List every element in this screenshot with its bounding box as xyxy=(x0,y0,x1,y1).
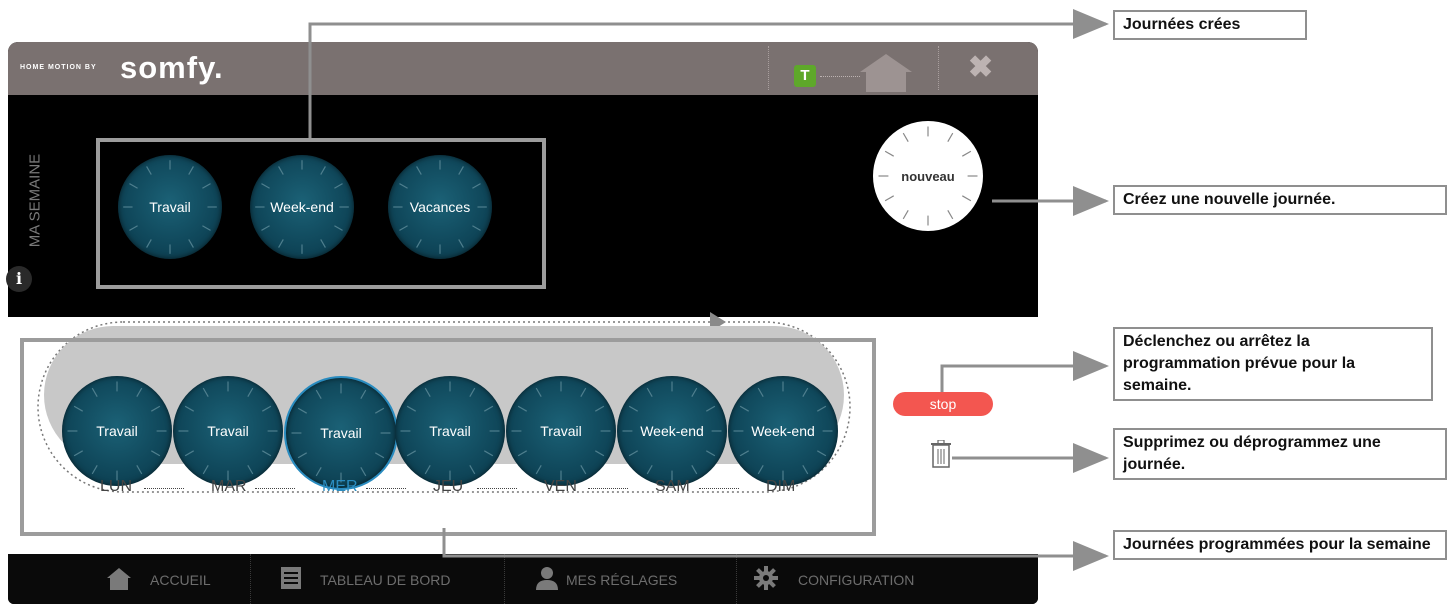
created-day-dial[interactable]: Travail xyxy=(118,155,222,259)
scheduled-day-dial[interactable]: Week-end xyxy=(728,376,838,486)
scheduled-day-dial[interactable]: Travail xyxy=(284,376,398,490)
dial-label: Travail xyxy=(207,423,249,439)
callout-delete: Supprimez ou déprogrammez une journée. xyxy=(1113,428,1447,480)
annotation-arrows xyxy=(308,9,1109,571)
callout-start-stop: Déclenchez ou arrêtez la programmation p… xyxy=(1113,327,1433,401)
scheduled-day-dial[interactable]: Travail xyxy=(506,376,616,486)
callout-new-day: Créez une nouvelle journée. xyxy=(1113,185,1447,215)
scheduled-day-dial[interactable]: Travail xyxy=(62,376,172,486)
created-day-dial[interactable]: Vacances xyxy=(388,155,492,259)
dial-label: Travail xyxy=(540,423,582,439)
dial-label: Travail xyxy=(149,199,191,215)
callout-scheduled: Journées programmées pour la semaine xyxy=(1113,530,1447,560)
dial-label: Week-end xyxy=(751,423,815,439)
scheduled-day-dial[interactable]: Travail xyxy=(395,376,505,486)
created-day-dial[interactable]: Week-end xyxy=(250,155,354,259)
dial-label: Week-end xyxy=(640,423,704,439)
scheduled-day-dial[interactable]: Week-end xyxy=(617,376,727,486)
dial-label: Travail xyxy=(96,423,138,439)
dial-label: Vacances xyxy=(409,199,471,215)
scheduled-day-dial[interactable]: Travail xyxy=(173,376,283,486)
dial-label: Travail xyxy=(320,425,362,441)
dial-label: Week-end xyxy=(270,199,334,215)
callout-created-days: Journées crées xyxy=(1113,10,1307,40)
dial-label: Travail xyxy=(429,423,471,439)
